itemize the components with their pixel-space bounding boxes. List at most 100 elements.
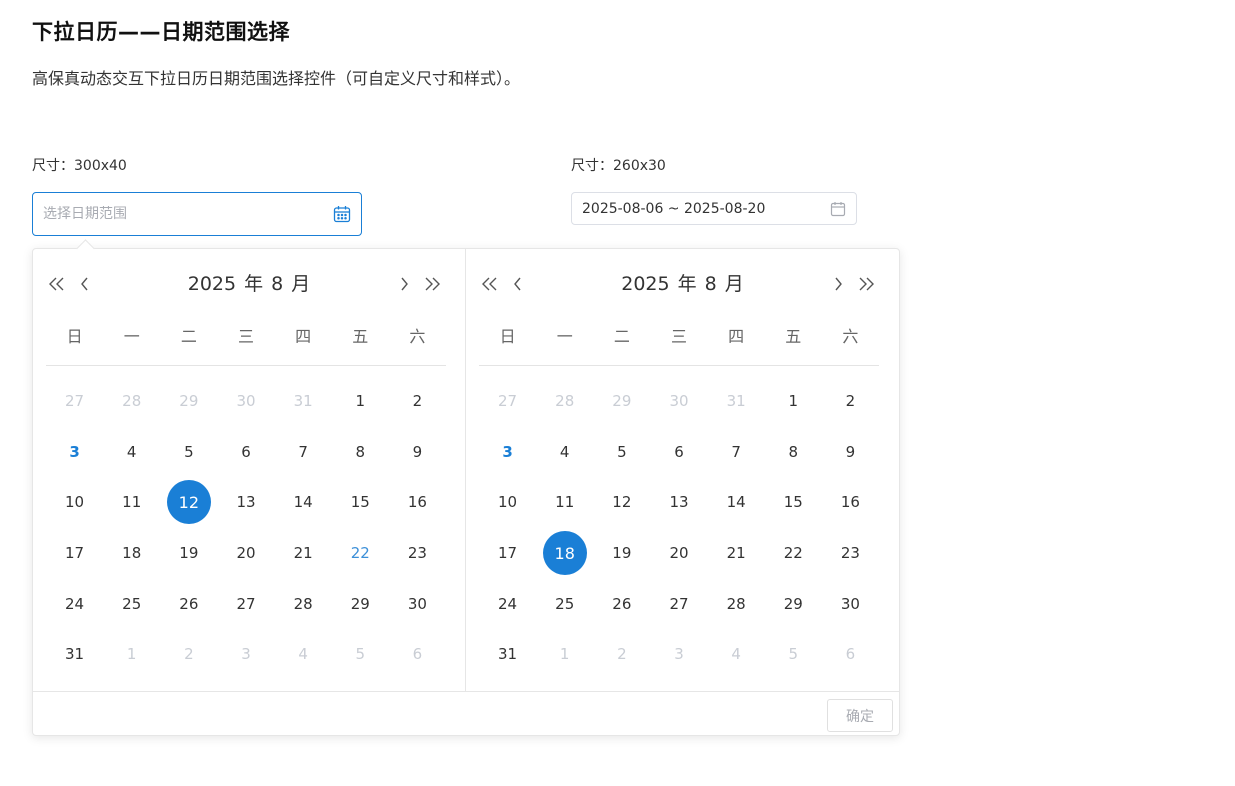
day-cell[interactable]: 6 [217, 427, 274, 478]
day-cell[interactable]: 27 [650, 578, 707, 629]
day-cell[interactable]: 8 [332, 427, 389, 478]
day-cell[interactable]: 20 [650, 528, 707, 579]
day-cell[interactable]: 17 [46, 528, 103, 579]
day-cell[interactable]: 1 [765, 376, 822, 427]
day-cell[interactable]: 4 [103, 427, 160, 478]
day-cell[interactable]: 22 [332, 528, 389, 579]
day-cell[interactable]: 24 [46, 578, 103, 629]
day-cell[interactable]: 22 [765, 528, 822, 579]
day-cell[interactable]: 16 [389, 477, 446, 528]
next-year-icon[interactable] [855, 269, 877, 299]
day-cell[interactable]: 28 [536, 376, 593, 427]
day-cell[interactable]: 8 [765, 427, 822, 478]
day-cell[interactable]: 9 [822, 427, 879, 478]
day-cell[interactable]: 28 [275, 578, 332, 629]
day-cell[interactable]: 24 [479, 578, 536, 629]
day-number: 25 [122, 594, 142, 613]
day-cell[interactable]: 28 [103, 376, 160, 427]
day-cell[interactable]: 19 [593, 528, 650, 579]
day-number: 17 [498, 544, 518, 563]
date-range-input[interactable] [582, 200, 830, 217]
date-range-picker-large[interactable] [32, 192, 362, 236]
day-cell[interactable]: 4 [275, 629, 332, 680]
day-cell[interactable]: 6 [822, 629, 879, 680]
next-month-icon[interactable] [830, 269, 846, 299]
day-cell[interactable]: 28 [708, 578, 765, 629]
day-cell[interactable]: 7 [708, 427, 765, 478]
day-cell[interactable]: 27 [479, 376, 536, 427]
calendar-icon[interactable] [333, 205, 351, 223]
day-cell[interactable]: 25 [103, 578, 160, 629]
day-cell[interactable]: 18 [103, 528, 160, 579]
day-cell[interactable]: 31 [275, 376, 332, 427]
day-cell[interactable]: 5 [332, 629, 389, 680]
next-month-icon[interactable] [396, 269, 412, 299]
day-cell[interactable]: 19 [160, 528, 217, 579]
day-cell[interactable]: 13 [650, 477, 707, 528]
day-cell[interactable]: 29 [593, 376, 650, 427]
month-unit: 月 [291, 273, 311, 295]
day-cell[interactable]: 16 [822, 477, 879, 528]
day-cell[interactable]: 26 [593, 578, 650, 629]
day-cell[interactable]: 15 [332, 477, 389, 528]
date-range-input[interactable] [43, 206, 333, 222]
day-cell[interactable]: 31 [46, 629, 103, 680]
day-cell[interactable]: 2 [160, 629, 217, 680]
day-cell[interactable]: 29 [332, 578, 389, 629]
day-cell[interactable]: 27 [217, 578, 274, 629]
confirm-button[interactable]: 确定 [827, 699, 893, 732]
day-cell[interactable]: 20 [217, 528, 274, 579]
day-cell[interactable]: 1 [103, 629, 160, 680]
day-cell[interactable]: 9 [389, 427, 446, 478]
day-cell[interactable]: 1 [536, 629, 593, 680]
next-year-icon[interactable] [421, 269, 443, 299]
day-cell[interactable]: 30 [822, 578, 879, 629]
day-cell[interactable]: 26 [160, 578, 217, 629]
day-cell[interactable]: 11 [536, 477, 593, 528]
day-cell[interactable]: 6 [650, 427, 707, 478]
day-cell[interactable]: 23 [822, 528, 879, 579]
day-cell[interactable]: 10 [46, 477, 103, 528]
day-cell[interactable]: 29 [765, 578, 822, 629]
day-cell[interactable]: 4 [708, 629, 765, 680]
date-range-picker-small[interactable] [571, 192, 857, 225]
day-cell[interactable]: 11 [103, 477, 160, 528]
day-cell-today[interactable]: 3 [479, 427, 536, 478]
day-cell[interactable]: 1 [332, 376, 389, 427]
day-cell[interactable]: 14 [708, 477, 765, 528]
day-number: 25 [555, 594, 575, 613]
day-cell[interactable]: 23 [389, 528, 446, 579]
day-cell-selected[interactable]: 12 [160, 477, 217, 528]
day-cell[interactable]: 4 [536, 427, 593, 478]
day-cell[interactable]: 21 [708, 528, 765, 579]
day-cell[interactable]: 2 [389, 376, 446, 427]
day-cell[interactable]: 30 [650, 376, 707, 427]
day-cell[interactable]: 29 [160, 376, 217, 427]
day-cell[interactable]: 7 [275, 427, 332, 478]
day-cell[interactable]: 5 [593, 427, 650, 478]
day-cell[interactable]: 25 [536, 578, 593, 629]
day-cell[interactable]: 30 [217, 376, 274, 427]
day-cell[interactable]: 6 [389, 629, 446, 680]
day-cell[interactable]: 3 [650, 629, 707, 680]
day-cell[interactable]: 13 [217, 477, 274, 528]
day-cell[interactable]: 5 [765, 629, 822, 680]
day-cell[interactable]: 21 [275, 528, 332, 579]
day-cell[interactable]: 17 [479, 528, 536, 579]
day-number: 8 [355, 442, 366, 461]
day-cell[interactable]: 2 [593, 629, 650, 680]
day-cell[interactable]: 27 [46, 376, 103, 427]
calendar-icon[interactable] [830, 201, 846, 217]
day-cell[interactable]: 12 [593, 477, 650, 528]
day-cell-selected[interactable]: 18 [536, 528, 593, 579]
day-cell-today[interactable]: 3 [46, 427, 103, 478]
day-cell[interactable]: 10 [479, 477, 536, 528]
day-cell[interactable]: 14 [275, 477, 332, 528]
day-cell[interactable]: 5 [160, 427, 217, 478]
day-cell[interactable]: 15 [765, 477, 822, 528]
day-cell[interactable]: 31 [708, 376, 765, 427]
day-cell[interactable]: 3 [217, 629, 274, 680]
day-cell[interactable]: 31 [479, 629, 536, 680]
day-cell[interactable]: 2 [822, 376, 879, 427]
day-cell[interactable]: 30 [389, 578, 446, 629]
